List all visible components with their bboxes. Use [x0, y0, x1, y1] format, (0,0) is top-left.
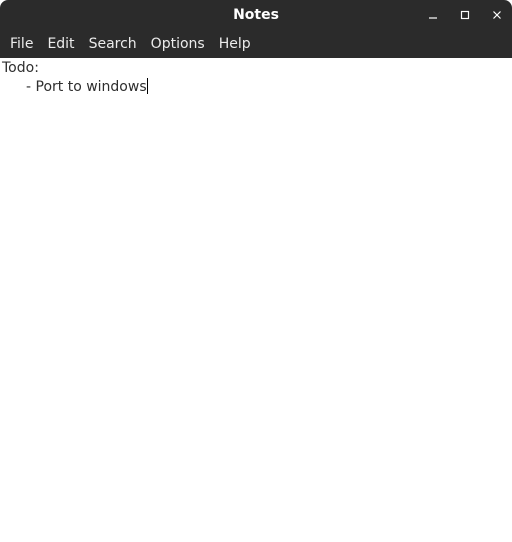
- menu-bar: File Edit Search Options Help: [0, 30, 512, 58]
- menu-edit[interactable]: Edit: [40, 30, 81, 58]
- text-editor[interactable]: Todo: - Port to windows: [0, 58, 512, 542]
- menu-file[interactable]: File: [3, 30, 40, 58]
- close-button[interactable]: [486, 5, 508, 25]
- minimize-button[interactable]: [422, 5, 444, 25]
- editor-line: - Port to windows: [2, 78, 510, 97]
- notes-window: Notes File Edit Search Options Help Todo…: [0, 0, 512, 542]
- close-icon: [493, 11, 501, 19]
- editor-line-text: - Port to windows: [26, 79, 147, 95]
- title-bar[interactable]: Notes: [0, 0, 512, 30]
- menu-search[interactable]: Search: [82, 30, 144, 58]
- maximize-icon: [460, 10, 470, 20]
- menu-help[interactable]: Help: [212, 30, 258, 58]
- text-cursor: [146, 78, 148, 94]
- editor-line-text: Todo:: [2, 60, 39, 76]
- minimize-icon: [429, 17, 437, 19]
- maximize-button[interactable]: [454, 5, 476, 25]
- editor-line: Todo:: [2, 59, 510, 78]
- menu-options[interactable]: Options: [144, 30, 212, 58]
